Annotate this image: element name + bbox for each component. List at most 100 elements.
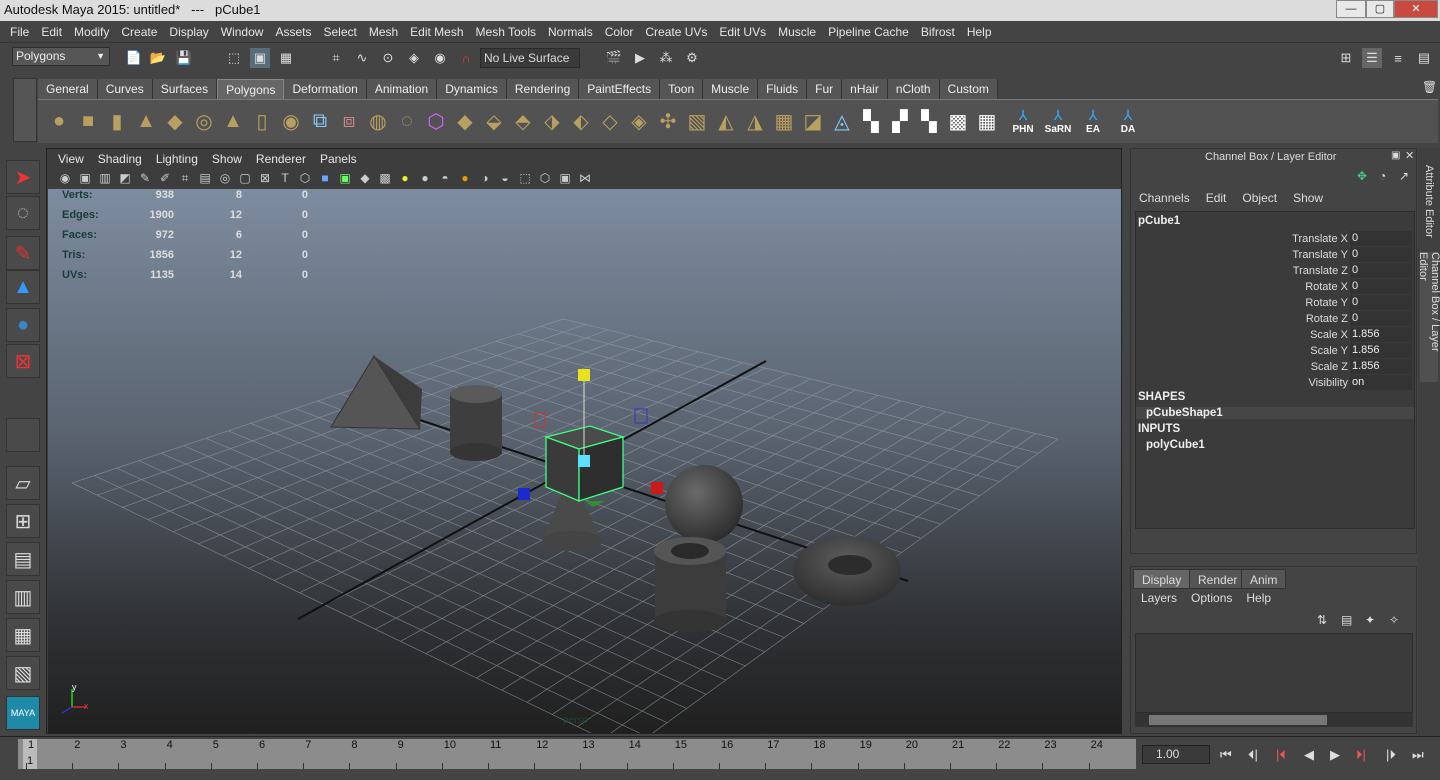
timeline-bar[interactable]: 1 1 2 3 4 5 6 7 8 9 10 11 12 13 14 15 16 17 18 19 20 21 22 23 2…	[18, 739, 1136, 769]
shelf-options-handle[interactable]	[13, 78, 37, 142]
scale-tool-icon[interactable]: ⊠	[6, 344, 40, 378]
magnet-icon[interactable]: ∩	[456, 48, 476, 68]
menu-mesh-tools[interactable]: Mesh Tools	[470, 25, 542, 39]
menu-modify[interactable]: Modify	[68, 25, 115, 39]
shadows-icon[interactable]: ●	[415, 171, 435, 185]
select-object-icon[interactable]: ▣	[250, 48, 270, 68]
minimize-button[interactable]: —	[1336, 0, 1366, 18]
menu-edit[interactable]: Edit	[35, 25, 68, 39]
camera-attributes-icon[interactable]: ▣	[75, 171, 95, 185]
menu-file[interactable]: File	[4, 25, 35, 39]
torus-icon[interactable]: ◎	[191, 108, 217, 134]
reduce-icon[interactable]: ◌	[394, 108, 420, 134]
use-all-lights-icon[interactable]: ●	[395, 171, 415, 185]
film-gate-icon[interactable]: ▤	[195, 171, 215, 185]
motion-blur-icon[interactable]: ●	[455, 171, 475, 185]
shelf-tab-dynamics[interactable]: Dynamics	[437, 79, 507, 99]
cube-icon[interactable]: ■	[75, 108, 101, 134]
tab-channel-box[interactable]: Channel Box / Layer Editor	[1417, 252, 1440, 382]
new-layer-selected-icon[interactable]: ✧	[1389, 613, 1399, 627]
uv-editor-icon[interactable]: ◪	[800, 108, 826, 134]
viewport-scene[interactable]: y x Verts: 938 8 0 Edges: 1900 12 0 Faces: 972 6 0 T…	[48, 189, 1121, 733]
menu-mesh[interactable]: Mesh	[363, 25, 404, 39]
menu-window[interactable]: Window	[215, 25, 270, 39]
menu-create-uvs[interactable]: Create UVs	[639, 25, 713, 39]
safe-action-icon[interactable]: T	[275, 171, 295, 185]
multisample-aa-icon[interactable]: ◑	[475, 171, 495, 185]
layer-stack-icon[interactable]: ▤	[1341, 613, 1352, 627]
bookmarks-icon[interactable]: ▥	[95, 171, 115, 185]
grease-pencil-icon[interactable]: ✐	[155, 171, 175, 185]
channel-row[interactable]: Rotate Y0	[1136, 295, 1414, 311]
channel-name[interactable]: Rotate Z	[1306, 313, 1348, 325]
viewport-menu-lighting[interactable]: Lighting	[149, 152, 205, 166]
smooth-shade-icon[interactable]: ■	[315, 171, 335, 185]
channel-value-field[interactable]: 0	[1350, 231, 1412, 246]
channel-row[interactable]: Rotate Z0	[1136, 311, 1414, 327]
channel-menu-channels[interactable]: Channels	[1139, 191, 1190, 205]
channel-name[interactable]: Scale X	[1310, 329, 1348, 341]
shelf-tab-deformation[interactable]: Deformation	[284, 79, 367, 99]
viewport-menu-view[interactable]: View	[51, 152, 91, 166]
go-to-end-icon[interactable]: ⏭	[1412, 747, 1424, 763]
extrude-icon[interactable]: ⬘	[510, 108, 536, 134]
layer-menu-help[interactable]: Help	[1246, 591, 1271, 605]
snap-point-icon[interactable]: ⊙	[378, 48, 398, 68]
manipulator-icon[interactable]: ✥	[1357, 169, 1367, 183]
scrollbar-thumb[interactable]	[1149, 715, 1327, 725]
share-icon[interactable]: ⋈	[575, 171, 595, 185]
modeling-toolkit-icon[interactable]: ⊞	[1336, 48, 1356, 68]
checker-c-icon[interactable]: ▚	[916, 108, 942, 134]
pyramid-icon[interactable]: ▲	[220, 108, 246, 134]
append-icon[interactable]: ⬗	[539, 108, 565, 134]
split-icon[interactable]: ⬖	[568, 108, 594, 134]
select-hierarchy-icon[interactable]: ⬚	[224, 48, 244, 68]
shelf-phn-icon[interactable]: ⅄ PHN	[1007, 104, 1039, 138]
lasso-tool-icon[interactable]: ◌	[6, 196, 40, 230]
single-pane-layout-icon[interactable]: ▱	[6, 466, 40, 500]
channel-name[interactable]: Rotate Y	[1305, 297, 1348, 309]
channel-name[interactable]: Translate X	[1292, 233, 1348, 245]
textures-icon[interactable]: ▩	[375, 171, 395, 185]
make-live-icon[interactable]: ◉	[430, 48, 450, 68]
menu-edit-mesh[interactable]: Edit Mesh	[404, 25, 469, 39]
shelf-ea-icon[interactable]: ⅄ EA	[1077, 104, 1109, 138]
close-panel-icon[interactable]: ✕	[1405, 149, 1414, 162]
menu-create[interactable]: Create	[115, 25, 163, 39]
layer-list[interactable]	[1135, 633, 1413, 713]
fill-hole-icon[interactable]: ▦	[771, 108, 797, 134]
menu-pipeline-cache[interactable]: Pipeline Cache	[822, 25, 915, 39]
channel-row[interactable]: Translate X0	[1136, 231, 1414, 247]
menu-muscle[interactable]: Muscle	[772, 25, 822, 39]
triangulate-icon[interactable]: ◭	[713, 108, 739, 134]
gate-mask-icon[interactable]: ▢	[235, 171, 255, 185]
object-name[interactable]: pCube1	[1138, 215, 1180, 227]
xray-active-icon[interactable]: ▣	[555, 171, 575, 185]
viewport-menu-show[interactable]: Show	[205, 152, 249, 166]
pipe-icon[interactable]: ▯	[249, 108, 275, 134]
new-scene-icon[interactable]: 📄	[124, 48, 144, 68]
menu-color[interactable]: Color	[599, 25, 640, 39]
layer-menu-options[interactable]: Options	[1191, 591, 1232, 605]
bridge-icon[interactable]: ⬙	[481, 108, 507, 134]
merge-icon[interactable]: ✣	[655, 108, 681, 134]
attribute-editor-icon[interactable]: ▤	[1414, 48, 1434, 68]
hyperbolic-icon[interactable]: ↗	[1399, 169, 1409, 183]
channel-row[interactable]: Scale X 1.856	[1136, 327, 1414, 343]
live-surface-field[interactable]: No Live Surface	[480, 48, 580, 68]
render-current-icon[interactable]: ▶	[630, 48, 650, 68]
channel-row[interactable]: Translate Y0	[1136, 247, 1414, 263]
channel-name[interactable]: Visibility	[1308, 377, 1348, 389]
shelf-tab-animation[interactable]: Animation	[366, 79, 438, 99]
menu-assets[interactable]: Assets	[269, 25, 317, 39]
separate-icon[interactable]: ⧈	[336, 108, 362, 134]
xray-icon[interactable]: ◆	[355, 171, 375, 185]
collapse-icon[interactable]: ▧	[684, 108, 710, 134]
checker-b-icon[interactable]: ▞	[887, 108, 913, 134]
sculpt-icon[interactable]: ◬	[829, 108, 855, 134]
quadrangulate-icon[interactable]: ◮	[742, 108, 768, 134]
layer-scrollbar[interactable]	[1135, 713, 1413, 727]
resolution-gate-icon[interactable]: ◎	[215, 171, 235, 185]
menu-edit-uvs[interactable]: Edit UVs	[713, 25, 772, 39]
channel-name[interactable]: Rotate X	[1305, 281, 1348, 293]
